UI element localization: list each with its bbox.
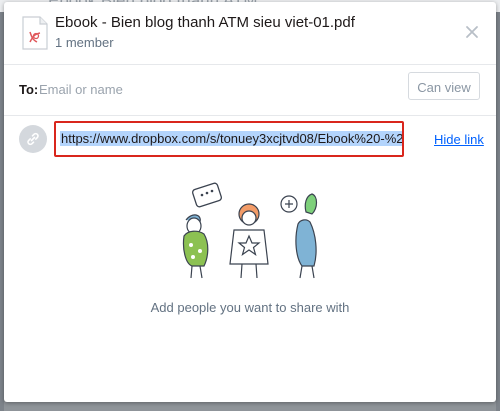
share-people-illustration <box>182 182 318 279</box>
close-icon[interactable] <box>462 22 482 42</box>
share-dialog: Ebook - Bien blog thanh ATM sieu viet-01… <box>4 2 496 402</box>
recipient-row: To: Can view <box>4 65 496 116</box>
share-link-url[interactable]: https://www.dropbox.com/s/tonuey3xcjtvd0… <box>60 131 402 146</box>
file-name: Ebook - Bien blog thanh ATM sieu viet-01… <box>55 14 355 31</box>
pdf-file-icon <box>21 16 49 50</box>
to-label: To: <box>19 82 39 97</box>
member-count[interactable]: 1 member <box>55 35 114 50</box>
empty-state-message: Add people you want to share with <box>150 300 350 315</box>
recipient-input[interactable] <box>39 79 394 99</box>
share-link-field[interactable]: https://www.dropbox.com/s/tonuey3xcjtvd0… <box>54 121 404 157</box>
link-icon <box>19 125 47 153</box>
permission-dropdown[interactable]: Can view <box>408 72 480 100</box>
dialog-header: Ebook - Bien blog thanh ATM sieu viet-01… <box>4 2 496 65</box>
background-overlay-right <box>496 12 500 411</box>
hide-link-button[interactable]: Hide link <box>434 132 484 147</box>
